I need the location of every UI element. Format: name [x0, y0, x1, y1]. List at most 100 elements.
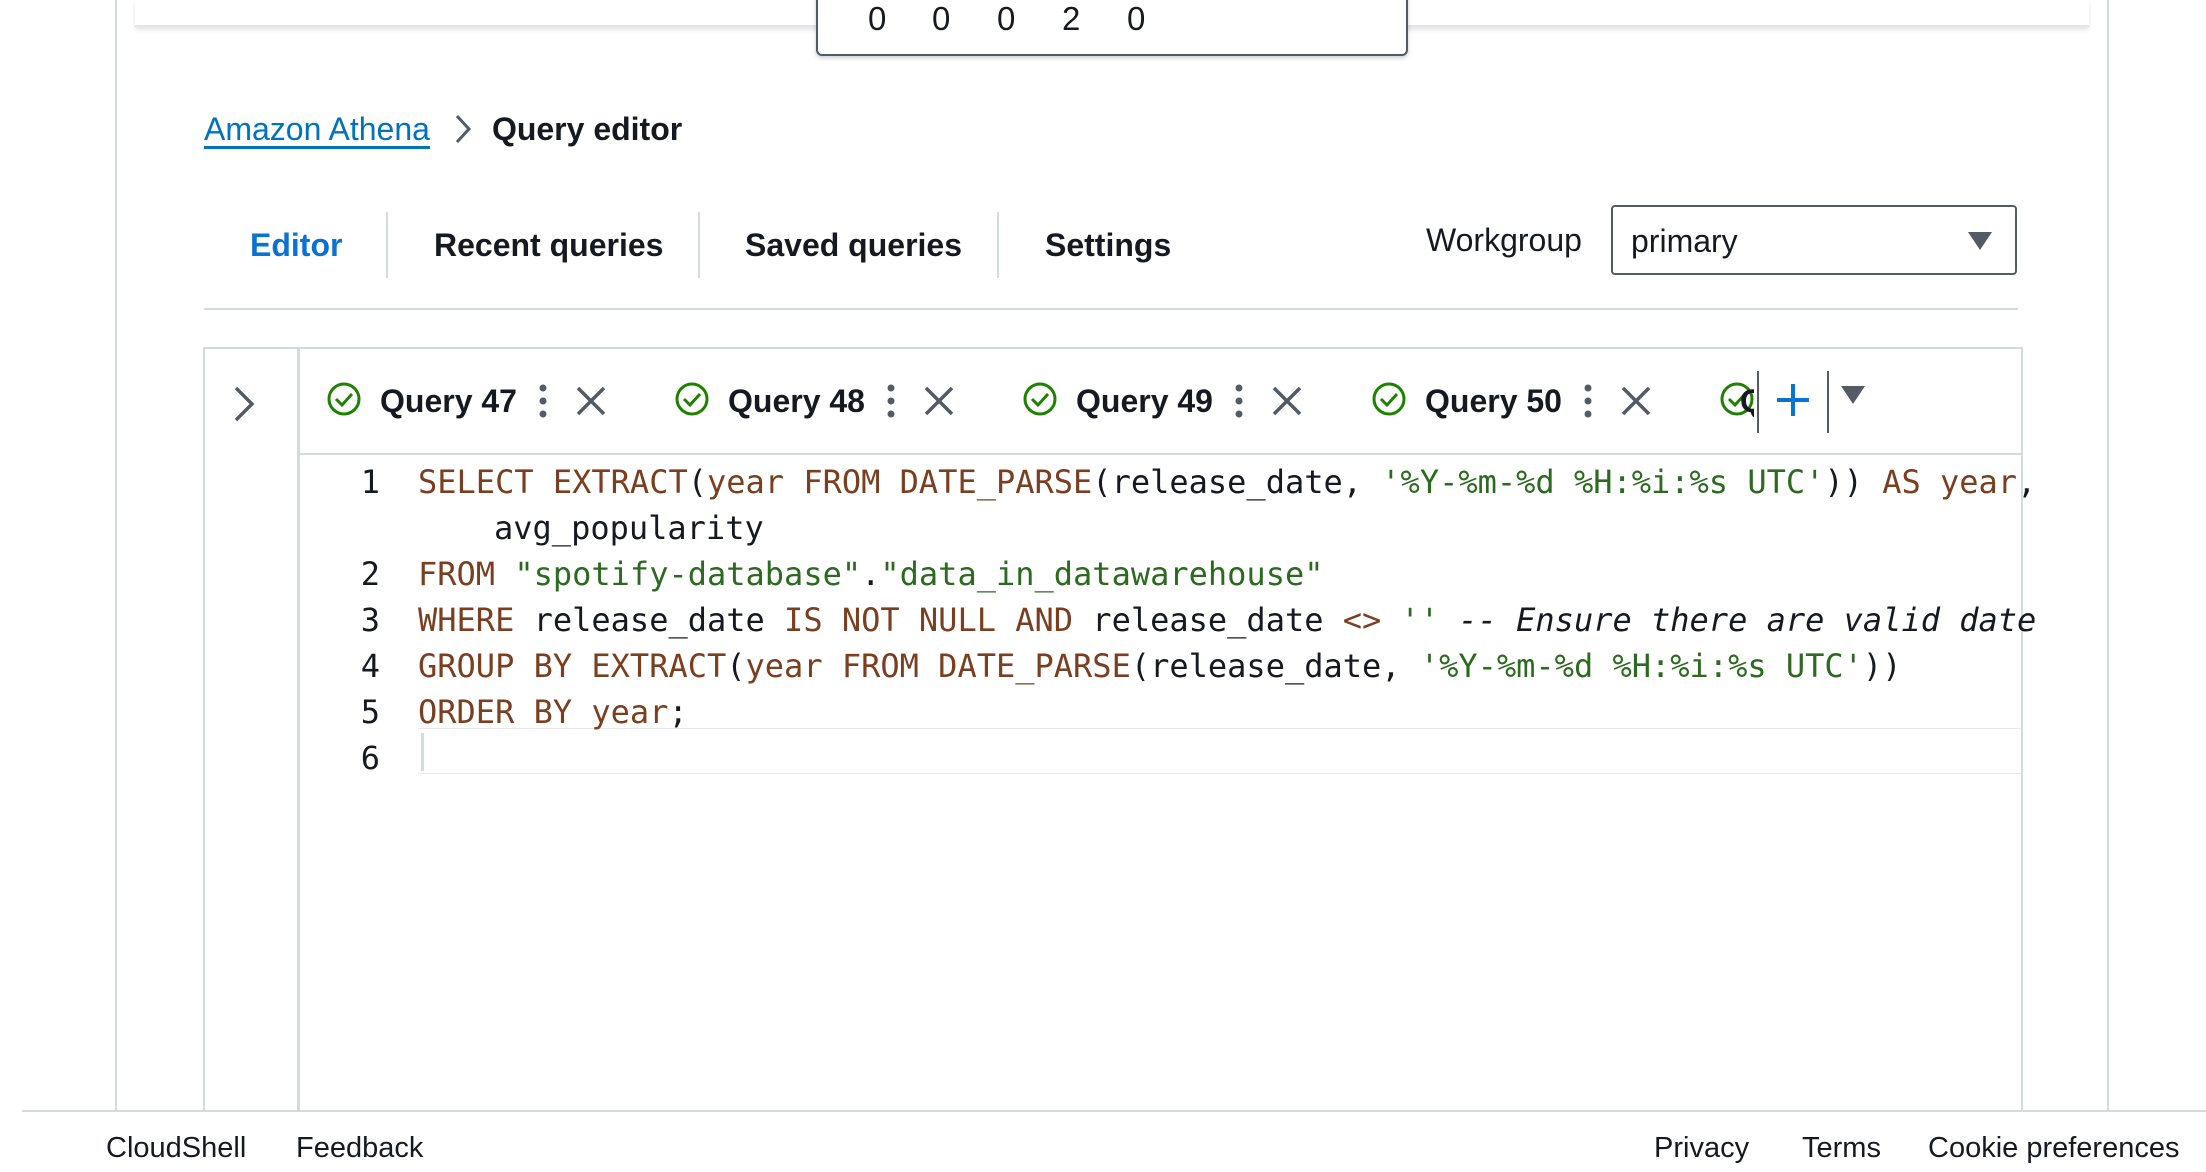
counter-popup: 0 0 0 2 0 — [816, 0, 1408, 56]
tab-settings[interactable]: Settings — [1045, 208, 1171, 282]
code-token: SELECT EXTRACT — [418, 463, 688, 501]
footer-feedback-link[interactable]: Feedback — [296, 1132, 423, 1165]
query-tab[interactable]: Query 47 — [326, 349, 607, 453]
plus-icon — [1775, 382, 1811, 423]
query-tab[interactable]: Query 50 — [1371, 349, 1652, 453]
code-line-1: SELECT EXTRACT(year FROM DATE_PARSE(rele… — [418, 463, 2036, 501]
line-number: 1 — [360, 463, 380, 501]
code-token: year FROM DATE_PARSE — [745, 647, 1131, 685]
footer-cloudshell-link[interactable]: CloudShell — [106, 1132, 246, 1165]
code-token: release_date — [1092, 601, 1343, 639]
more-vertical-icon[interactable] — [1235, 384, 1243, 418]
code-token: ( — [726, 647, 746, 685]
console-footer: CloudShell Feedback Privacy Terms Cookie… — [22, 1110, 2206, 1172]
code-line-4: GROUP BY EXTRACT(year FROM DATE_PARSE(re… — [418, 647, 1901, 685]
breadcrumb-current: Query editor — [491, 110, 683, 147]
code-token: ; — [668, 693, 688, 731]
tab-divider — [698, 212, 700, 278]
code-token: <> — [1342, 601, 1401, 639]
close-icon[interactable] — [1271, 385, 1303, 417]
query-tab-label: Query 48 — [728, 382, 865, 419]
code-line-5: ORDER BY year; — [418, 693, 688, 731]
code-token: release_date — [533, 601, 785, 639]
footer-cookie-preferences-link[interactable]: Cookie preferences — [1928, 1132, 2179, 1165]
text-cursor — [421, 733, 424, 771]
code-token: AS year — [1882, 463, 2018, 501]
chevron-right-icon — [454, 113, 472, 145]
query-tab-label: Query 50 — [1425, 382, 1562, 419]
line-number: 6 — [360, 739, 380, 777]
check-circle-icon — [674, 381, 710, 422]
code-line-1-wrap: avg_popularity — [494, 509, 764, 547]
code-token: '' — [1400, 601, 1440, 639]
more-vertical-icon[interactable] — [539, 384, 547, 418]
check-circle-icon — [326, 381, 362, 422]
code-comment: -- Ensure there are valid date — [1439, 601, 2037, 639]
tabs-dropdown-button[interactable] — [1840, 385, 1866, 410]
caret-down-icon — [1967, 231, 1993, 256]
check-circle-icon — [1371, 381, 1407, 422]
tab-editor[interactable]: Editor — [250, 208, 342, 282]
query-tabs-bar: Query 47 Query 48 Query 49 Query 50 Q — [300, 349, 2021, 455]
close-icon[interactable] — [1620, 385, 1652, 417]
counter-digit: 0 — [997, 0, 1016, 37]
query-tab-partial-label: Q — [1716, 349, 1754, 453]
code-token: (release_date, — [1092, 463, 1382, 501]
code-token: FROM — [418, 555, 515, 593]
line-number: 5 — [360, 693, 380, 731]
tab-saved-queries[interactable]: Saved queries — [745, 208, 962, 282]
query-tab-label: Query 47 — [380, 382, 517, 419]
query-tab[interactable]: Query 49 — [1022, 349, 1303, 453]
code-token: . — [861, 555, 881, 593]
code-token: WHERE — [418, 601, 534, 639]
counter-digit: 0 — [1127, 0, 1146, 37]
workgroup-label: Workgroup — [1426, 222, 1582, 258]
add-query-tab-button[interactable] — [1757, 371, 1829, 433]
code-token: GROUP BY EXTRACT — [418, 647, 727, 685]
more-vertical-icon[interactable] — [887, 384, 895, 418]
code-token: '%Y-%m-%d %H:%i:%s UTC' — [1381, 463, 1825, 501]
workgroup-select[interactable]: primary — [1611, 205, 2017, 275]
code-token: '%Y-%m-%d %H:%i:%s UTC' — [1419, 647, 1863, 685]
line-number: 2 — [360, 555, 380, 593]
tab-divider — [386, 212, 388, 278]
breadcrumb-athena-link[interactable]: Amazon Athena — [204, 111, 430, 148]
counter-digit: 0 — [932, 0, 951, 37]
workgroup-value: primary — [1631, 223, 1738, 259]
close-icon[interactable] — [923, 385, 955, 417]
tab-recent-queries[interactable]: Recent queries — [434, 208, 663, 282]
counter-digit: 2 — [1062, 0, 1081, 37]
sidebar-toggle[interactable] — [205, 349, 300, 1149]
line-number: 4 — [360, 647, 380, 685]
footer-terms-link[interactable]: Terms — [1802, 1132, 1881, 1165]
query-tab-label: Query 49 — [1076, 382, 1213, 419]
code-token: )) — [1824, 463, 1883, 501]
code-token: ( — [687, 463, 707, 501]
query-editor-panel: Query 47 Query 48 Query 49 Query 50 Q — [203, 347, 2037, 1149]
frame-right-border — [2107, 0, 2109, 1112]
line-number: 3 — [360, 601, 380, 639]
code-token: , — [2017, 463, 2037, 501]
counter-digit: 0 — [868, 0, 887, 37]
check-circle-icon — [1022, 381, 1058, 422]
query-tab-label: Q — [1740, 383, 1754, 420]
code-token: IS NOT NULL AND — [784, 601, 1093, 639]
code-token: "spotify-database" — [514, 555, 862, 593]
code-token: year FROM DATE_PARSE — [706, 463, 1093, 501]
frame-left-border — [115, 0, 117, 1112]
caret-down-icon — [1840, 386, 1866, 409]
code-token: (release_date, — [1130, 647, 1420, 685]
more-vertical-icon[interactable] — [1584, 384, 1592, 418]
query-tab[interactable]: Query 48 — [674, 349, 955, 453]
code-line-2: FROM "spotify-database"."data_in_datawar… — [418, 555, 1323, 593]
chevron-right-icon — [233, 385, 255, 428]
close-icon[interactable] — [575, 385, 607, 417]
footer-privacy-link[interactable]: Privacy — [1654, 1132, 1749, 1165]
tab-divider — [997, 212, 999, 278]
code-token: ORDER BY — [418, 693, 592, 731]
code-token: year — [591, 693, 669, 731]
active-line-highlight — [418, 728, 2021, 774]
editor-nav-tabs: Editor Recent queries Saved queries Sett… — [204, 205, 2018, 310]
sql-code-editor[interactable]: 1 2 3 4 5 6 SELECT EXTRACT(year FROM DAT… — [300, 455, 2037, 1149]
breadcrumb: Amazon Athena Query editor — [204, 106, 682, 152]
